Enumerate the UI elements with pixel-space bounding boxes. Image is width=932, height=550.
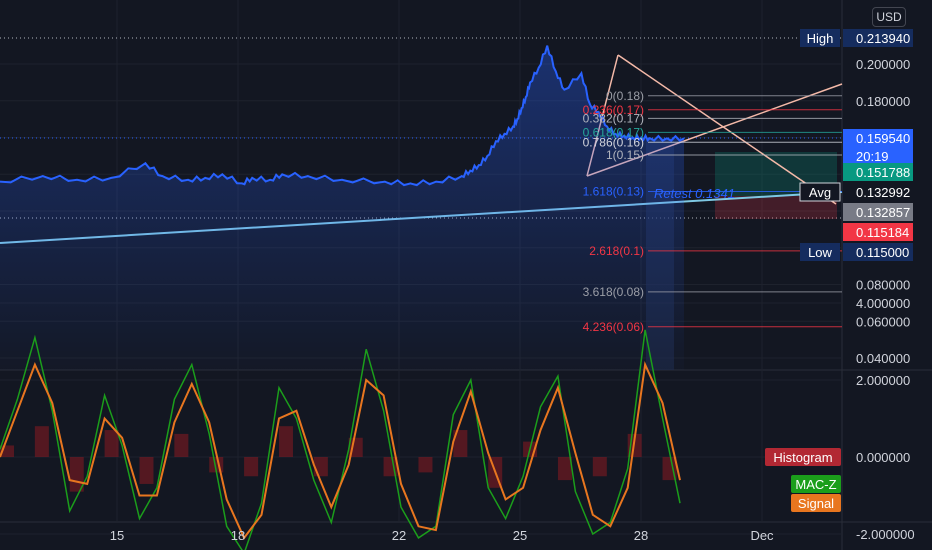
osc-axis-tick: 2.000000 — [856, 373, 910, 388]
fib-level-label: 1.618(0.13) — [583, 185, 644, 199]
time-axis-tick: 18 — [231, 528, 245, 543]
histogram-bar — [34, 426, 49, 457]
fib-level-label: 1(0.15) — [606, 148, 644, 162]
legend-tag-text: Signal — [798, 496, 834, 511]
histogram-bar — [174, 433, 189, 457]
osc-axis-tick: 0.000000 — [856, 450, 910, 465]
time-axis-tick: 28 — [634, 528, 648, 543]
histogram-bar — [592, 457, 607, 477]
price-tag-value: 0.115000 — [856, 245, 909, 260]
price-axis-tick: 0.060000 — [856, 314, 910, 329]
price-tag-label: Low — [808, 245, 832, 260]
price-tag-value: 0.115184 — [856, 225, 909, 240]
price-axis-tick: 0.080000 — [856, 278, 910, 293]
osc-axis-tick: -2.000000 — [856, 527, 915, 542]
osc-axis-tick: 4.000000 — [856, 296, 910, 311]
price-tag-countdown: 20:19 — [856, 149, 889, 164]
price-tag-value: 0.151788 — [856, 165, 910, 180]
histogram-bar — [244, 457, 259, 477]
histogram-bar — [418, 457, 433, 473]
price-tag-label: High — [807, 31, 834, 46]
price-axis-tick: 0.040000 — [856, 351, 910, 366]
price-axis-tick: 0.180000 — [856, 94, 910, 109]
histogram-bar — [313, 457, 328, 477]
time-axis-tick: 15 — [110, 528, 124, 543]
chart-canvas[interactable]: 0(0.18)0.236(0.17)0.382(0.17)0.618(0.17)… — [0, 0, 932, 550]
price-axis-tick: 0.200000 — [856, 57, 910, 72]
currency-badge[interactable]: USD — [872, 7, 906, 27]
time-axis-tick: Dec — [750, 528, 774, 543]
legend-tag-text: MAC-Z — [795, 477, 836, 492]
histogram-bar — [104, 430, 119, 457]
price-tag-value: 0.159540 — [856, 131, 910, 146]
tradingview-chart[interactable]: 0(0.18) 0.236(0.17) 0.382(0.17) 0.618(0.17)… — [0, 0, 932, 550]
price-tag-value: 0.132857 — [856, 205, 910, 220]
price-tag-value: 0.132992 — [856, 185, 910, 200]
fib-level-label: 3.618(0.08) — [583, 285, 644, 299]
histogram-bar — [139, 457, 154, 484]
time-axis-tick: 22 — [392, 528, 406, 543]
fib-level-label: 2.618(0.1) — [589, 244, 644, 258]
histogram-bar — [278, 426, 293, 457]
fib-level-label: 0.382(0.17) — [583, 111, 644, 125]
histogram-bar — [557, 457, 572, 481]
time-axis-tick: 25 — [513, 528, 527, 543]
currency-label: USD — [876, 10, 902, 24]
fib-level-label: 4.236(0.06) — [583, 320, 644, 334]
price-tag-label: Avg — [809, 185, 831, 200]
legend-tag-text: Histogram — [773, 450, 832, 465]
retest-annotation: Retest 0.1341 — [654, 186, 735, 201]
fib-level-label: 0(0.18) — [606, 89, 644, 103]
price-tag-value: 0.213940 — [856, 31, 910, 46]
